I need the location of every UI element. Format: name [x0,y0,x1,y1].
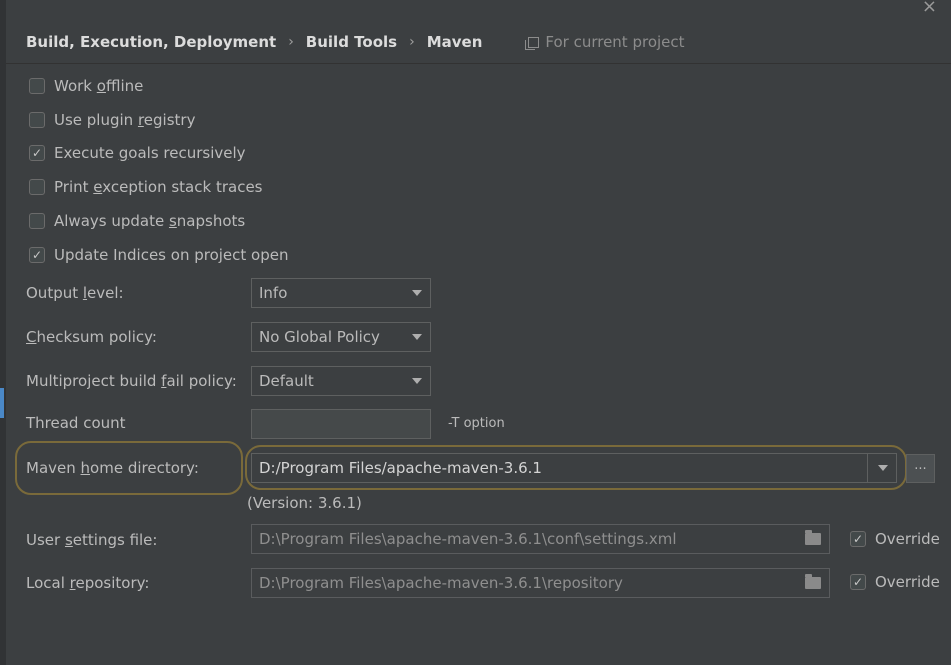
checkbox-label: Work offline [54,77,144,95]
select-value: D:/Program Files/apache-maven-3.6.1 [259,459,542,477]
checkbox-label: Print exception stack traces [54,178,263,196]
checkbox-label: Always update snapshots [54,212,246,230]
checkbox-box[interactable] [29,78,45,94]
checkbox-label: Update Indices on project open [54,246,289,264]
checkbox-box[interactable]: ✓ [29,145,45,161]
dropdown-arrow-icon[interactable] [412,378,422,384]
local-repository-field[interactable]: D:\Program Files\apache-maven-3.6.1\repo… [251,568,830,598]
update-indices-checkbox[interactable]: ✓ Update Indices on project open [29,246,289,264]
breadcrumb-item-maven: Maven [426,33,483,51]
checkbox-label: Execute goals recursively [54,144,246,162]
checkbox-box[interactable] [29,112,45,128]
thread-count-hint: -T option [448,416,505,431]
fail-policy-label: Multiproject build fail policy: [26,372,237,390]
select-value: Info [259,284,288,302]
scope-label: For current project [545,33,685,51]
thread-count-label: Thread count [26,414,126,432]
folder-icon[interactable] [805,574,821,589]
scope-indicator: For current project [525,33,685,51]
dropdown-arrow-icon[interactable] [412,290,422,296]
checksum-policy-select[interactable]: No Global Policy [251,322,431,352]
select-value: No Global Policy [259,328,380,346]
project-scope-icon [525,36,540,50]
work-offline-checkbox[interactable]: Work offline [29,77,143,95]
chevron-right-icon: › [288,34,294,50]
always-update-snapshots-checkbox[interactable]: Always update snapshots [29,212,245,230]
override-label: Override [875,530,940,548]
local-repository-override-checkbox[interactable]: ✓ Override [850,573,940,591]
user-settings-field[interactable]: D:\Program Files\apache-maven-3.6.1\conf… [251,524,830,554]
select-value: Default [259,372,314,390]
user-settings-label: User settings file: [26,531,158,549]
browse-button[interactable]: ... [906,454,935,483]
field-value: D:\Program Files\apache-maven-3.6.1\conf… [259,530,677,548]
selected-item-marker [0,388,4,418]
maven-home-label: Maven home directory: [26,459,199,477]
dropdown-arrow-icon[interactable] [412,334,422,340]
output-level-label: Output level: [26,284,124,302]
maven-home-select[interactable]: D:/Program Files/apache-maven-3.6.1 [251,453,897,483]
local-repository-label: Local repository: [26,574,150,592]
print-exception-stack-traces-checkbox[interactable]: Print exception stack traces [29,178,262,196]
breadcrumb-item-build-tools[interactable]: Build Tools [306,33,397,51]
checkbox-label: Use plugin registry [54,111,196,129]
override-label: Override [875,573,940,591]
output-level-select[interactable]: Info [251,278,431,308]
header-divider [6,63,951,64]
checkbox-box[interactable] [29,213,45,229]
chevron-right-icon: › [409,34,415,50]
breadcrumb-item-build[interactable]: Build, Execution, Deployment [26,33,276,51]
fail-policy-select[interactable]: Default [251,366,431,396]
dropdown-button[interactable] [867,454,896,482]
folder-icon[interactable] [805,530,821,545]
left-panel-edge [0,0,6,665]
close-icon[interactable]: × [922,0,937,17]
field-value: D:\Program Files\apache-maven-3.6.1\repo… [259,574,623,592]
use-plugin-registry-checkbox[interactable]: Use plugin registry [29,111,195,129]
checksum-policy-label: Checksum policy: [26,328,157,346]
checkbox-box[interactable]: ✓ [29,247,45,263]
checkbox-box[interactable]: ✓ [850,574,866,590]
thread-count-input[interactable] [251,409,431,439]
maven-version-text: (Version: 3.6.1) [247,494,362,512]
checkbox-box[interactable]: ✓ [850,531,866,547]
dropdown-arrow-icon[interactable] [878,465,888,471]
checkbox-box[interactable] [29,179,45,195]
breadcrumb: Build, Execution, Deployment › Build Too… [26,33,685,51]
user-settings-override-checkbox[interactable]: ✓ Override [850,530,940,548]
execute-goals-recursively-checkbox[interactable]: ✓ Execute goals recursively [29,144,246,162]
